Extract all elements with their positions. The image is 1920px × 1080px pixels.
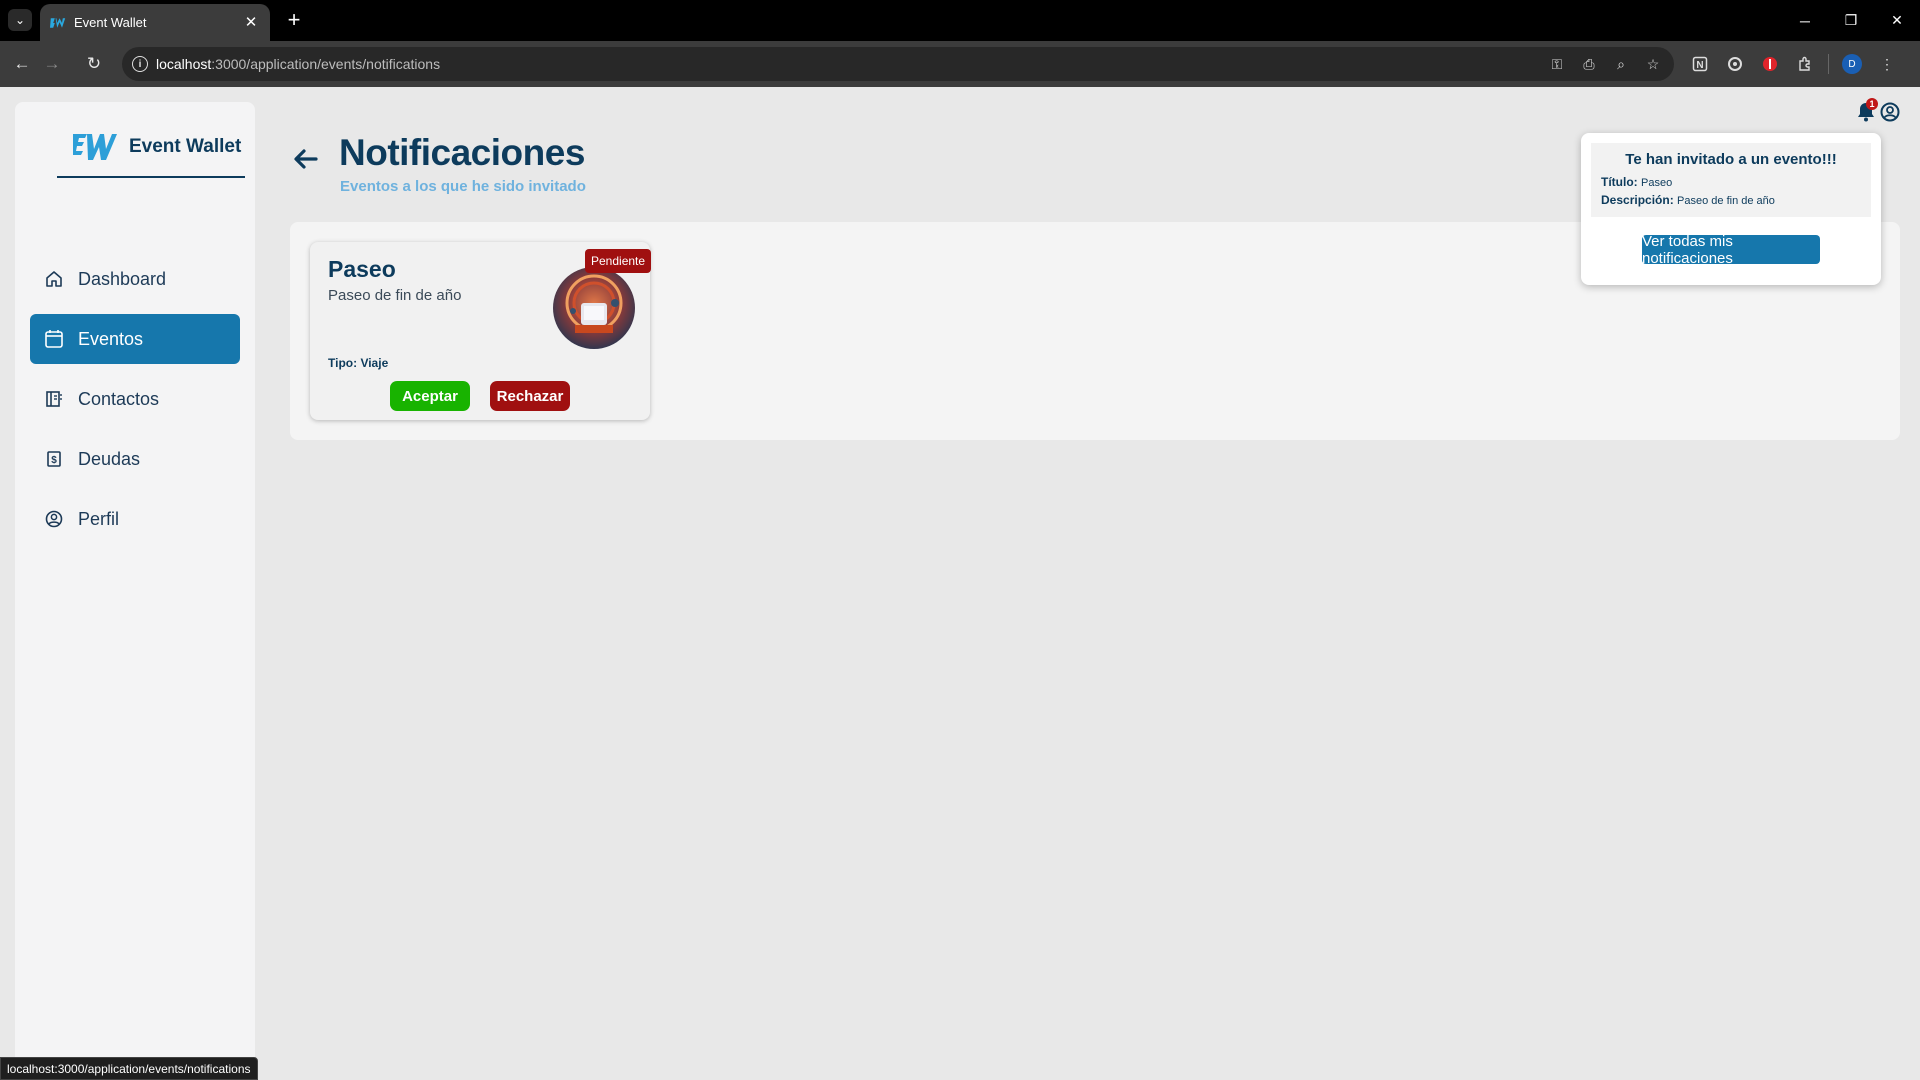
sidebar-item-label: Eventos xyxy=(78,328,144,349)
sidebar-item-label: Dashboard xyxy=(78,268,167,289)
sidebar-item-dashboard[interactable]: Dashboard xyxy=(30,254,240,304)
url-host: localhost xyxy=(156,56,212,72)
minimize-icon[interactable]: ─ xyxy=(1782,0,1828,41)
bookmark-star-icon[interactable]: ☆ xyxy=(1644,55,1662,73)
notification-title-value: Paseo xyxy=(1641,177,1673,189)
sidebar-item-deudas[interactable]: $ Deudas xyxy=(30,434,240,484)
notification-event-title: Título: Paseo xyxy=(1601,175,1672,189)
red-extension-icon[interactable] xyxy=(1758,52,1782,76)
svg-text:N: N xyxy=(1696,60,1703,71)
sidebar-item-eventos[interactable]: Eventos xyxy=(30,314,240,364)
restore-icon[interactable]: ❐ xyxy=(1828,0,1874,41)
view-all-notifications-button[interactable]: Ver todas mis notificaciones xyxy=(1642,233,1820,267)
site-info-icon[interactable]: i xyxy=(132,56,148,72)
event-image xyxy=(553,267,635,349)
notification-desc-value: Paseo de fin de año xyxy=(1677,195,1775,207)
sidebar: Event Wallet Dashboard Eventos Contactos… xyxy=(15,102,255,1080)
address-bar[interactable]: i localhost:3000/application/events/noti… xyxy=(122,47,1674,81)
openai-extension-icon[interactable] xyxy=(1723,52,1747,76)
install-app-icon[interactable]: ⎙ xyxy=(1580,55,1598,73)
status-badge: Pendiente xyxy=(585,249,652,273)
link-status-bar: localhost:3000/application/events/notifi… xyxy=(0,1057,258,1080)
password-key-icon[interactable]: ⚿ xyxy=(1548,55,1566,73)
sidebar-item-label: Contactos xyxy=(78,388,160,409)
event-type: Tipo: Viaje xyxy=(328,356,389,370)
sidebar-nav: Dashboard Eventos Contactos $ Deudas Per… xyxy=(30,254,240,554)
notion-extension-icon[interactable]: N xyxy=(1688,52,1712,76)
event-title: Paseo xyxy=(328,256,396,282)
event-wallet-logo-icon xyxy=(73,134,117,160)
user-circle-icon xyxy=(44,509,64,529)
notification-desc-label: Descripción: xyxy=(1601,193,1674,207)
sidebar-item-contactos[interactable]: Contactos xyxy=(30,374,240,424)
notifications-dropdown: Te han invitado a un evento!!! Título: P… xyxy=(1581,133,1881,285)
new-tab-button[interactable]: + xyxy=(282,7,306,32)
contacts-icon xyxy=(44,389,64,409)
window-controls: ─ ❐ ✕ xyxy=(1782,0,1920,41)
sidebar-item-label: Deudas xyxy=(78,448,141,469)
sidebar-item-perfil[interactable]: Perfil xyxy=(30,494,240,544)
notification-title-label: Título: xyxy=(1601,175,1638,189)
accept-button[interactable]: Aceptar xyxy=(390,381,470,411)
event-wallet-favicon-icon xyxy=(50,17,66,28)
user-account-icon[interactable] xyxy=(1880,102,1900,122)
back-arrow-icon[interactable] xyxy=(292,148,318,170)
profile-initial: D xyxy=(1842,54,1862,74)
notification-title: Te han invitado a un evento!!! xyxy=(1625,151,1837,168)
app-name: Event Wallet xyxy=(129,136,242,157)
sidebar-item-label: Perfil xyxy=(78,508,120,529)
app-logo[interactable]: Event Wallet xyxy=(57,128,245,178)
browser-menu-icon[interactable]: ⋮ xyxy=(1875,52,1899,76)
toolbar-divider xyxy=(1828,54,1829,74)
notification-event-description: Descripción: Paseo de fin de año xyxy=(1601,193,1775,207)
profile-avatar[interactable]: D xyxy=(1840,52,1864,76)
svg-text:$: $ xyxy=(51,455,57,466)
page-subtitle: Eventos a los que he sido invitado xyxy=(340,178,586,195)
back-arrow-icon[interactable]: ← xyxy=(10,52,34,76)
notification-item[interactable]: Te han invitado a un evento!!! Título: P… xyxy=(1591,143,1871,217)
browser-tab-bar: ⌄ Event Wallet ✕ + ─ ❐ ✕ xyxy=(0,0,1920,41)
notification-count-badge: 1 xyxy=(1866,98,1878,110)
event-description: Paseo de fin de año xyxy=(328,287,462,304)
event-invitation-card: Paseo Paseo de fin de año Pendiente Tipo… xyxy=(310,242,652,420)
zoom-icon[interactable]: ⌕ xyxy=(1612,55,1630,73)
page-title: Notificaciones xyxy=(339,132,585,173)
close-tab-icon[interactable]: ✕ xyxy=(242,13,260,31)
url-path: :3000/application/events/notifications xyxy=(211,56,441,72)
close-window-icon[interactable]: ✕ xyxy=(1874,0,1920,41)
browser-toolbar: ← → ↻ i localhost:3000/application/event… xyxy=(0,41,1920,87)
calendar-icon xyxy=(44,329,64,349)
extensions-puzzle-icon[interactable] xyxy=(1793,52,1817,76)
receipt-icon: $ xyxy=(44,449,64,469)
tab-search-button[interactable]: ⌄ xyxy=(8,9,32,31)
reload-icon[interactable]: ↻ xyxy=(82,52,106,76)
home-icon xyxy=(44,269,64,289)
reject-button[interactable]: Rechazar xyxy=(490,381,570,411)
tab-title: Event Wallet xyxy=(74,15,147,30)
forward-arrow-icon[interactable]: → xyxy=(40,52,64,76)
browser-tab[interactable]: Event Wallet ✕ xyxy=(40,4,270,41)
